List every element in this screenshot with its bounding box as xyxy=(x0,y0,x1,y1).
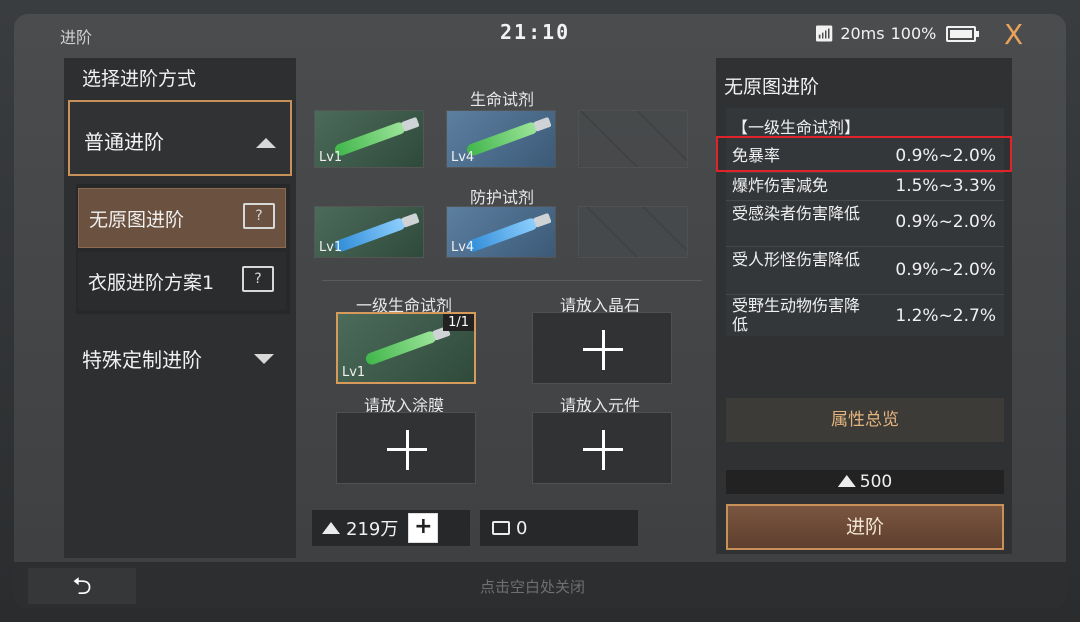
battery-icon xyxy=(946,25,980,42)
advance-cost: 500 xyxy=(726,470,1004,494)
special-advance-option[interactable]: 特殊定制进阶 xyxy=(68,326,292,386)
blue-vial-icon xyxy=(465,216,539,254)
advance-button[interactable]: 进阶 xyxy=(726,504,1004,550)
attribute-title: 无原图进阶 xyxy=(724,76,820,98)
window-title: 进阶 xyxy=(60,28,93,47)
gold-display: 219万 + xyxy=(312,510,470,546)
attribute-row: 受野生动物伤害降低 1.2%~2.7% xyxy=(732,296,996,334)
advance-method-panel: 选择进阶方式 普通进阶 无原图进阶 ? 衣服进阶方案1 ? 特殊定制进阶 xyxy=(64,58,296,558)
chip-amount: 0 xyxy=(516,517,528,539)
protect-reagent-slot[interactable]: Lv1 xyxy=(314,206,424,258)
doc-icon[interactable]: ? xyxy=(243,203,275,229)
sub-item-label: 衣服进阶方案1 xyxy=(88,272,215,294)
chip-icon xyxy=(492,521,510,535)
sub-item-clothes-plan[interactable]: 衣服进阶方案1 ? xyxy=(78,252,286,310)
sub-options: 无原图进阶 ? 衣服进阶方案1 ? xyxy=(76,184,290,314)
clock: 21:10 xyxy=(500,20,571,44)
game-screen: 进阶 21:10 📶︎ 20ms 100% X 选择进阶方式 普通进阶 无原图进… xyxy=(14,14,1066,608)
top-bar: 进阶 21:10 📶︎ 20ms 100% X xyxy=(14,14,1066,54)
selected-material-slot[interactable]: 1/1 Lv1 xyxy=(336,312,476,384)
level-label: Lv1 xyxy=(319,150,343,165)
status-area: 📶︎ 20ms 100% xyxy=(814,24,980,43)
life-reagent-title: 生命试剂 xyxy=(470,90,535,109)
level-label: Lv4 xyxy=(451,240,475,255)
add-gold-button[interactable]: + xyxy=(408,513,439,543)
level-label: Lv4 xyxy=(451,150,475,165)
device-frame: 进阶 21:10 📶︎ 20ms 100% X 选择进阶方式 普通进阶 无原图进… xyxy=(0,0,1080,622)
chip-display: 0 xyxy=(480,510,638,546)
ping: 20ms xyxy=(840,24,885,43)
sub-item-no-blueprint[interactable]: 无原图进阶 ? xyxy=(78,188,286,248)
component-slot[interactable] xyxy=(532,412,672,484)
sub-item-label: 无原图进阶 xyxy=(89,209,185,231)
attribute-row: 受人形怪伤害降低 0.9%~2.0% xyxy=(726,246,1004,295)
highlight-box xyxy=(716,136,1012,172)
crystal-slot[interactable] xyxy=(532,312,672,384)
level-label: Lv1 xyxy=(342,365,366,380)
material-panel: 生命试剂 Lv1 Lv4 防护试剂 Lv1 Lv4 一级生命试剂 1/1 Lv1… xyxy=(302,58,712,546)
chevron-up-icon xyxy=(256,138,276,148)
gold-amount: 219万 xyxy=(346,519,399,540)
attribute-overview-button[interactable]: 属性总览 xyxy=(726,398,1004,442)
gold-icon xyxy=(837,475,856,487)
attribute-panel: 无原图进阶 【一级生命试剂】 免暴率 0.9%~2.0% 爆炸伤害减免 1.5%… xyxy=(716,58,1012,554)
material-count: 1/1 xyxy=(443,314,474,331)
coating-slot[interactable] xyxy=(336,412,476,484)
blue-vial-icon xyxy=(333,216,407,254)
normal-advance-label: 普通进阶 xyxy=(84,130,164,154)
special-advance-label: 特殊定制进阶 xyxy=(82,348,202,372)
life-reagent-slot[interactable]: Lv1 xyxy=(314,110,424,168)
green-vial-icon xyxy=(465,120,539,158)
close-icon[interactable]: X xyxy=(1004,18,1023,51)
protect-reagent-slot[interactable]: Lv4 xyxy=(446,206,556,258)
green-vial-icon xyxy=(333,120,407,158)
normal-advance-option[interactable]: 普通进阶 xyxy=(68,100,292,176)
life-reagent-slot[interactable]: Lv4 xyxy=(446,110,556,168)
empty-slot xyxy=(578,206,688,258)
back-button[interactable]: ⮌ xyxy=(28,568,136,604)
green-vial-icon xyxy=(364,329,438,367)
level-label: Lv1 xyxy=(319,240,343,255)
attribute-row: 爆炸伤害减免 1.5%~3.3% xyxy=(726,172,1004,201)
method-heading: 选择进阶方式 xyxy=(82,68,197,90)
close-hint[interactable]: 点击空白处关闭 xyxy=(480,576,585,597)
protect-reagent-title: 防护试剂 xyxy=(470,188,535,207)
doc-icon[interactable]: ? xyxy=(242,266,274,292)
cost-amount: 500 xyxy=(859,472,893,492)
empty-slot xyxy=(578,110,688,168)
divider xyxy=(322,280,702,281)
wifi-icon: 📶︎ xyxy=(814,24,835,43)
attribute-row: 受感染者伤害降低 0.9%~2.0% xyxy=(726,200,1004,247)
gold-icon xyxy=(322,522,340,534)
attribute-group: 【一级生命试剂】 xyxy=(732,118,861,137)
chevron-down-icon xyxy=(254,354,274,364)
bottom-bar: ⮌ 点击空白处关闭 xyxy=(14,562,1066,608)
battery-percent: 100% xyxy=(890,24,937,43)
